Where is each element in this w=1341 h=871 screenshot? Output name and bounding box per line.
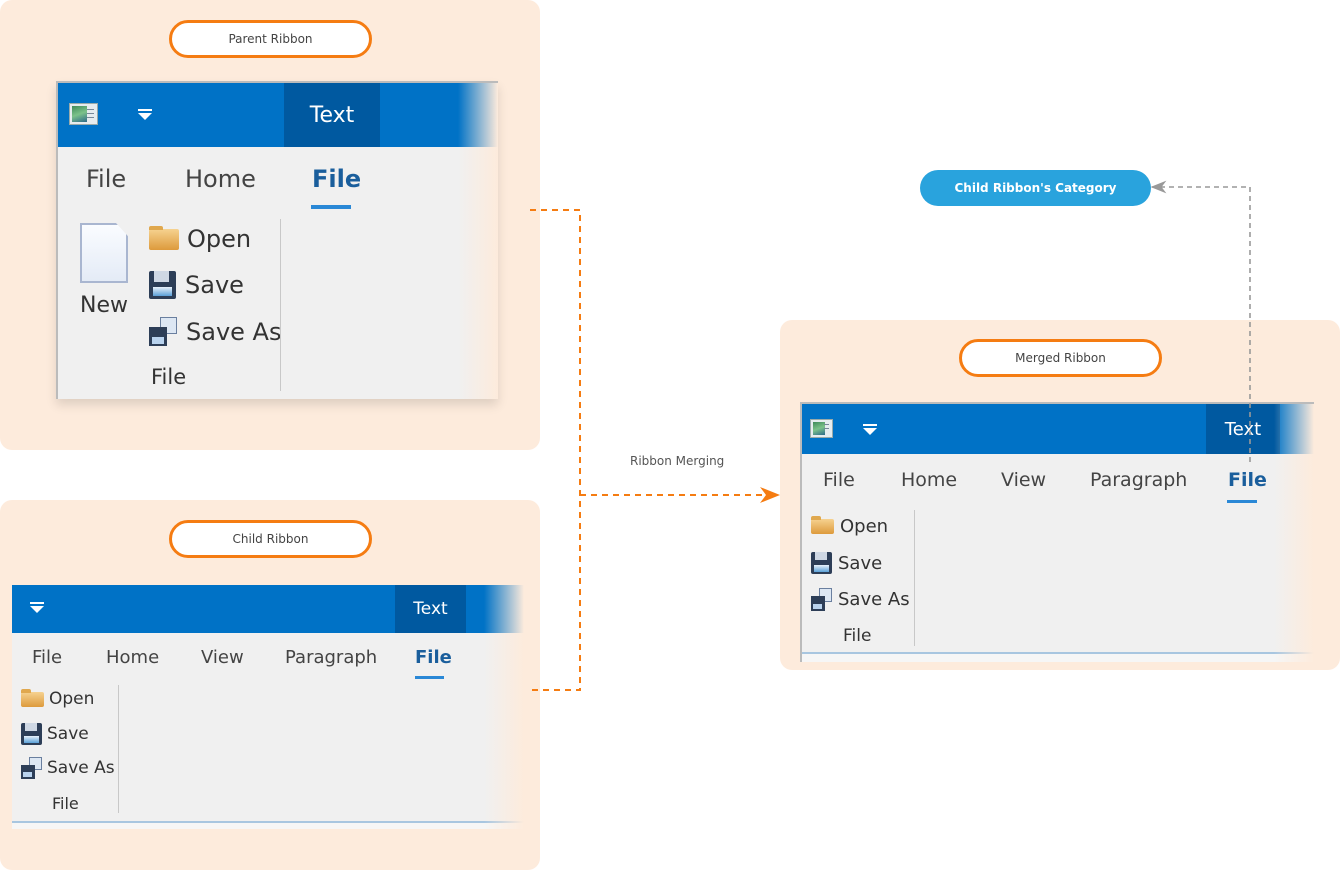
child-category-callout: Child Ribbon's Category [920,170,1151,206]
ribbon-merging-caption: Ribbon Merging [630,454,725,468]
merge-connector-parent [530,209,581,691]
category-arrow [1150,180,1251,462]
connector-lines [530,180,1251,691]
